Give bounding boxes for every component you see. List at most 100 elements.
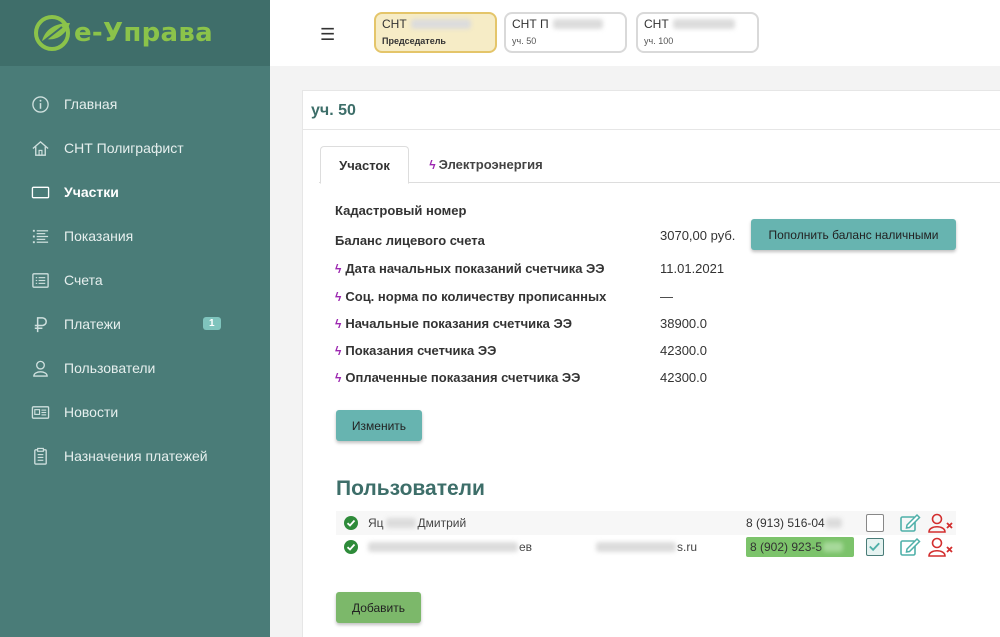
plot-title: уч. 50: [311, 102, 356, 119]
user-row: Яц Дмитрий 8 (913) 516-04: [336, 511, 956, 535]
edit-plot-button[interactable]: Изменить: [336, 410, 422, 441]
leaf-logo-icon: [32, 13, 76, 53]
user-checkbox[interactable]: [866, 514, 884, 532]
lightning-icon: ϟ: [335, 316, 342, 331]
tab-electricity[interactable]: ϟ Электроэнергия: [423, 146, 549, 183]
field-balance-value: 3070,00 руб.: [660, 228, 736, 243]
field-social-norm-label: ϟ Соц. норма по количеству прописанных: [335, 289, 606, 304]
sidebar-item-label: Пользователи: [64, 360, 156, 376]
users-title: Пользователи: [336, 477, 485, 500]
sidebar-item-snt[interactable]: СНТ Полиграфист: [0, 126, 270, 170]
lightning-icon: ϟ: [335, 289, 342, 304]
top-bar: ☰ СНТ Председатель СНТ П уч. 50 СНТ уч. …: [270, 0, 1000, 66]
redacted-text: [385, 518, 416, 528]
snt-tab-role: Председатель: [382, 36, 446, 46]
logo[interactable]: е-Управа: [0, 0, 270, 66]
redacted-text: [596, 542, 676, 552]
snt-tab-chairman[interactable]: СНТ Председатель: [374, 12, 497, 53]
sidebar-item-label: Платежи: [64, 316, 121, 332]
field-meter-paid-value: 42300.0: [660, 370, 707, 385]
redacted-text: [368, 542, 518, 552]
payments-count-badge: 1: [203, 317, 221, 330]
field-meter-reading-value: 42300.0: [660, 343, 707, 358]
field-meter-start-reading-value: 38900.0: [660, 316, 707, 331]
field-label-text: Оплаченные показания счетчика ЭЭ: [345, 370, 581, 385]
snt-tab-plot-50[interactable]: СНТ П уч. 50: [504, 12, 627, 53]
user-name-start: Яц: [368, 516, 384, 530]
sidebar-item-payments[interactable]: Платежи 1: [0, 302, 270, 346]
field-meter-reading-label: ϟ Показания счетчика ЭЭ: [335, 343, 496, 358]
sidebar-item-label: Счета: [64, 272, 103, 288]
sidebar-item-label: Показания: [64, 228, 134, 244]
field-label-text: Начальные показания счетчика ЭЭ: [345, 316, 572, 331]
snt-tab-plot: уч. 100: [644, 36, 674, 46]
redacted-text: [823, 542, 844, 552]
field-meter-start-date-label: ϟ Дата начальных показаний счетчика ЭЭ: [335, 261, 605, 276]
ruble-icon: [30, 314, 50, 334]
snt-tab-plot: уч. 50: [512, 36, 537, 46]
sidebar-item-readings[interactable]: Показания: [0, 214, 270, 258]
field-label-text: Дата начальных показаний счетчика ЭЭ: [345, 261, 605, 276]
snt-tab-plot-100[interactable]: СНТ уч. 100: [636, 12, 759, 53]
lightning-icon: ϟ: [335, 343, 342, 358]
snt-tab-name-text: СНТ: [644, 17, 669, 31]
plot-card: уч. 50 Участок ϟ Электроэнергия Кадастро…: [302, 90, 1000, 637]
sidebar-item-invoices[interactable]: Счета: [0, 258, 270, 302]
sidebar-item-plots[interactable]: Участки: [0, 170, 270, 214]
lightning-icon: ϟ: [335, 261, 342, 276]
remove-user-icon[interactable]: [927, 536, 955, 558]
field-meter-start-reading-label: ϟ Начальные показания счетчика ЭЭ: [335, 316, 572, 331]
lightning-icon: ϟ: [335, 370, 342, 385]
snt-tab-name-text: СНТ: [382, 17, 407, 31]
tab-plot[interactable]: Участок: [320, 146, 409, 184]
field-meter-paid-label: ϟ Оплаченные показания счетчика ЭЭ: [335, 370, 580, 385]
snt-tab-name: СНТ: [644, 17, 751, 31]
sidebar-item-news[interactable]: Новости: [0, 390, 270, 434]
user-email-text: s.ru: [677, 540, 698, 554]
redacted-text: [552, 19, 603, 29]
clipboard-icon: [30, 446, 50, 466]
divider: [303, 129, 1000, 130]
snt-tab-name-text: СНТ П: [512, 17, 549, 31]
edit-icon[interactable]: [899, 512, 921, 534]
field-cadastral-label: Кадастровый номер: [335, 203, 467, 218]
home-icon: [30, 138, 50, 158]
hamburger-icon[interactable]: ☰: [320, 25, 335, 45]
user-name: ев: [368, 540, 532, 554]
sidebar-nav: Главная СНТ Полиграфист Участки Показани…: [0, 66, 270, 478]
tab-label: Электроэнергия: [438, 157, 543, 172]
plot-icon: [30, 182, 50, 202]
user-name-end: Дмитрий: [417, 516, 467, 530]
logo-text: е-Управа: [74, 18, 213, 48]
field-label-text: Показания счетчика ЭЭ: [345, 343, 497, 358]
user-phone-text: 8 (902) 923-5: [750, 540, 823, 554]
lightning-icon: ϟ: [429, 157, 436, 172]
field-meter-start-date-value: 11.01.2021: [660, 261, 725, 276]
edit-icon[interactable]: [899, 536, 921, 558]
sidebar-item-payment-purposes[interactable]: Назначения платежей: [0, 434, 270, 478]
add-user-button[interactable]: Добавить: [336, 592, 421, 623]
sidebar-item-home[interactable]: Главная: [0, 82, 270, 126]
verified-check-icon: [344, 516, 358, 530]
invoice-icon: [30, 270, 50, 290]
snt-tab-name: СНТ П: [512, 17, 619, 31]
user-phone: 8 (902) 923-5: [750, 540, 844, 554]
sidebar-item-label: Главная: [64, 96, 118, 112]
user-checkbox[interactable]: [866, 538, 884, 556]
plot-tabs: Участок ϟ Электроэнергия: [319, 146, 1000, 184]
user-row: ев s.ru 8 (902) 923-5: [336, 535, 956, 559]
user-phone-text: 8 (913) 516-04: [746, 516, 825, 530]
redacted-text: [672, 19, 735, 29]
sidebar-item-label: СНТ Полиграфист: [64, 140, 184, 156]
sidebar-item-label: Новости: [64, 404, 119, 420]
snt-tab-name: СНТ: [382, 17, 489, 31]
user-phone: 8 (913) 516-04: [746, 516, 842, 530]
user-name: Яц Дмитрий: [368, 516, 466, 530]
remove-user-icon[interactable]: [927, 512, 955, 534]
user-email: s.ru: [596, 540, 697, 554]
topup-balance-button[interactable]: Пополнить баланс наличными: [751, 219, 956, 250]
checkmark-icon: [869, 542, 880, 552]
field-label-text: Соц. норма по количеству прописанных: [345, 289, 607, 304]
sidebar-item-users[interactable]: Пользователи: [0, 346, 270, 390]
sidebar: е-Управа Главная СНТ Полиграфист Участки…: [0, 0, 270, 637]
